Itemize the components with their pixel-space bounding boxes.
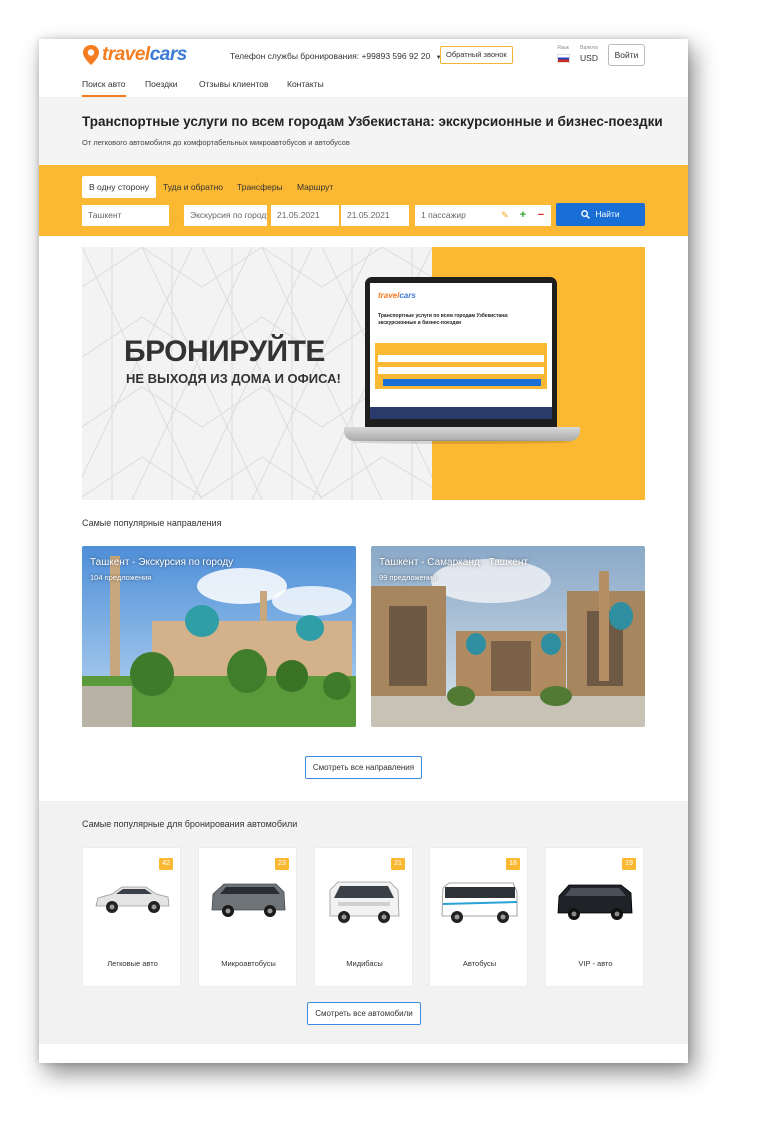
- phone-number: +99893 596 92 20: [361, 51, 431, 61]
- booking-phone[interactable]: Телефон службы бронирования: +99893 596 …: [230, 51, 442, 61]
- plus-icon[interactable]: +: [517, 205, 529, 226]
- banner-headline: БРОНИРУЙТЕ: [124, 335, 325, 368]
- nav-item-trips[interactable]: Поездки: [145, 79, 178, 89]
- currency-value: USD: [580, 53, 598, 63]
- date-from-input[interactable]: 21.05.2021: [271, 205, 339, 226]
- car-category-card[interactable]: 18 Автобусы: [429, 847, 528, 987]
- car-category-label: Легковые авто: [107, 959, 158, 968]
- promo-banner[interactable]: БРОНИРУЙТЕ НЕ ВЫХОДЯ ИЗ ДОМА И ОФИСА! tr…: [82, 247, 645, 500]
- destination-name: Ташкент - Экскурсия по городу: [90, 557, 234, 568]
- map-pin-icon: [82, 44, 100, 66]
- pencil-icon[interactable]: ✎: [499, 205, 511, 226]
- car-count-badge: 18: [506, 858, 520, 870]
- browser-page: travelcars Телефон службы бронирования: …: [39, 39, 688, 1063]
- tab-route[interactable]: Маршрут: [297, 176, 333, 198]
- laptop-base: [344, 427, 580, 441]
- arrow-right-icon[interactable]: →: [171, 205, 180, 226]
- minivan-icon: [211, 883, 286, 917]
- tab-transfers[interactable]: Трансферы: [237, 176, 283, 198]
- all-cars-button[interactable]: Смотреть все автомобили: [307, 1002, 421, 1025]
- hero-section: Транспортные услуги по всем городам Узбе…: [39, 98, 688, 165]
- mini-footer: [370, 407, 552, 419]
- from-input[interactable]: Ташкент: [82, 205, 169, 226]
- to-input[interactable]: Экскурсия по городу: [184, 205, 267, 226]
- mini-search-panel: [375, 343, 547, 389]
- car-count-badge: 23: [275, 858, 289, 870]
- destination-offers: 99 предложений: [379, 573, 437, 582]
- sedan-car-icon: [95, 886, 170, 913]
- destination-card[interactable]: Ташкент - Самарканд - Ташкент 99 предлож…: [371, 546, 645, 727]
- laptop-shadow: [352, 440, 572, 444]
- car-category-label: Автобусы: [462, 959, 497, 968]
- destination-offers: 104 предложения: [90, 573, 152, 582]
- car-category-card[interactable]: 21 Мидибасы: [314, 847, 413, 987]
- destinations-title: Самые популярные направления: [82, 518, 222, 528]
- car-count-badge: 42: [159, 858, 173, 870]
- car-category-card[interactable]: 23 Микроавтобусы: [198, 847, 297, 987]
- logo[interactable]: travelcars: [82, 42, 187, 68]
- search-panel: В одну сторону Туда и обратно Трансферы …: [39, 165, 688, 236]
- bus-icon: [441, 882, 518, 923]
- car-category-card[interactable]: 19 VIP - авто: [545, 847, 644, 987]
- destination-name: Ташкент - Самарканд - Ташкент: [379, 557, 528, 568]
- login-button[interactable]: Войти: [608, 44, 645, 66]
- currency-label: Валюта: [580, 45, 598, 51]
- language-selector[interactable]: Язык: [554, 45, 572, 63]
- all-destinations-button[interactable]: Смотреть все направления: [305, 756, 422, 779]
- search-icon: [581, 210, 591, 219]
- car-category-label: VIP - авто: [578, 959, 613, 968]
- top-bar: travelcars Телефон службы бронирования: …: [39, 39, 688, 71]
- currency-selector[interactable]: Валюта USD: [579, 45, 599, 63]
- car-category-label: Мидибасы: [346, 959, 383, 968]
- cars-title: Самые популярные для бронирования автомо…: [82, 819, 298, 829]
- nav-item-contacts[interactable]: Контакты: [287, 79, 324, 89]
- date-to-input[interactable]: 21.05.2021: [341, 205, 409, 226]
- car-category-card[interactable]: 42 Легковые авто: [82, 847, 181, 987]
- russian-flag-icon: [556, 54, 570, 63]
- nav-item-reviews[interactable]: Отзывы клиентов: [199, 79, 268, 89]
- midibus-icon: [329, 881, 400, 923]
- minus-icon[interactable]: −: [535, 205, 547, 226]
- car-count-badge: 19: [622, 858, 636, 870]
- mini-logo: travelcars: [378, 291, 416, 300]
- page-title: Транспортные услуги по всем городам Узбе…: [82, 114, 663, 129]
- vip-van-icon: [557, 884, 633, 920]
- passengers-input[interactable]: 1 пассажир: [415, 205, 551, 226]
- callback-button[interactable]: Обратный звонок: [440, 46, 513, 64]
- logo-text: travelcars: [102, 44, 187, 65]
- laptop-screen-content: travelcars Транспортные услуги по всем г…: [370, 283, 552, 419]
- page-subtitle: От легкового автомобиля до комфортабельн…: [82, 138, 350, 147]
- mini-title: Транспортные услуги по всем городам Узбе…: [378, 313, 509, 326]
- destination-card[interactable]: Ташкент - Экскурсия по городу 104 предло…: [82, 546, 356, 727]
- tab-one-way[interactable]: В одну сторону: [82, 176, 157, 198]
- find-button[interactable]: Найти: [556, 203, 645, 226]
- find-label: Найти: [595, 209, 620, 219]
- nav-item-search[interactable]: Поиск авто: [82, 79, 126, 97]
- car-count-badge: 21: [391, 858, 405, 870]
- car-category-label: Микроавтобусы: [221, 959, 276, 968]
- language-label: Язык: [557, 45, 569, 51]
- phone-label: Телефон службы бронирования:: [230, 51, 360, 61]
- banner-subline: НЕ ВЫХОДЯ ИЗ ДОМА И ОФИСА!: [126, 371, 341, 386]
- main-nav: Поиск авто Поездки Отзывы клиентов Конта…: [39, 71, 688, 98]
- tab-round-trip[interactable]: Туда и обратно: [163, 176, 223, 198]
